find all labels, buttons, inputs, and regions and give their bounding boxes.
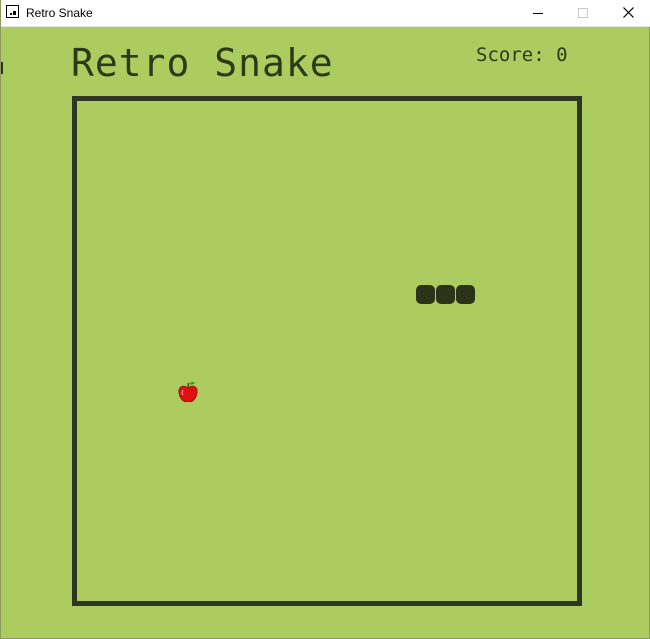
snake-segment (416, 285, 435, 304)
app-icon (6, 5, 19, 18)
score-display: Score: 0 (476, 44, 568, 66)
snake-head (456, 285, 475, 304)
minimize-button[interactable] (515, 0, 561, 26)
apple-icon (178, 382, 198, 402)
game-title: Retro Snake (71, 41, 334, 85)
close-icon (623, 7, 634, 18)
maximize-button[interactable] (560, 0, 606, 26)
title-bar: Retro Snake (1, 0, 650, 27)
window-edge-mark (1, 62, 3, 74)
game-window: Retro Snake Retro Snake Score: 0 (0, 0, 650, 639)
window-title: Retro Snake (26, 6, 93, 20)
snake-segment (436, 285, 455, 304)
close-button[interactable] (605, 0, 650, 26)
game-board[interactable] (72, 96, 582, 606)
